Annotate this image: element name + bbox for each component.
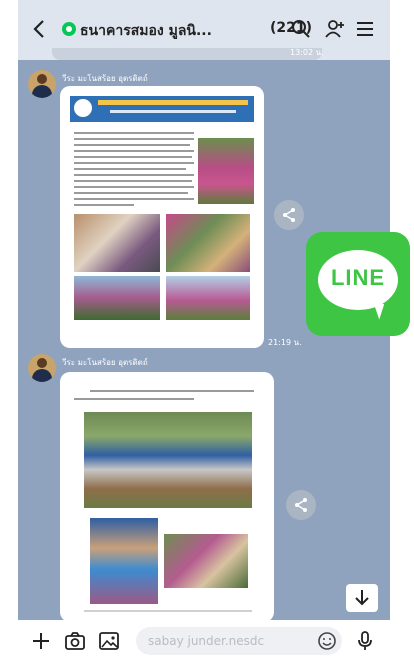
add-friend-icon[interactable] xyxy=(324,18,346,40)
camera-icon[interactable] xyxy=(64,630,86,652)
image-icon[interactable] xyxy=(98,630,120,652)
photo xyxy=(90,518,158,604)
image-message[interactable] xyxy=(60,86,264,348)
chevron-left-icon[interactable] xyxy=(32,18,46,45)
message-input-bar: sabay junder.nesdc xyxy=(18,620,390,663)
photo xyxy=(164,534,248,588)
image-message[interactable] xyxy=(60,372,274,622)
newsletter-banner xyxy=(70,96,254,122)
emoji-icon[interactable] xyxy=(316,630,338,652)
message-input-placeholder: sabay junder.nesdc xyxy=(148,634,265,648)
sender-name: วีระ มะโนสร้อย อุตรดิตถ์ xyxy=(62,358,148,367)
photo xyxy=(84,412,252,508)
previous-message[interactable] xyxy=(52,48,322,60)
menu-icon[interactable] xyxy=(354,18,376,40)
photo xyxy=(74,276,160,320)
line-logo: LINE xyxy=(306,232,410,336)
photo xyxy=(198,138,254,204)
microphone-icon[interactable] xyxy=(354,630,376,652)
sender-name: วีระ มะโนสร้อย อุตรดิตถ์ xyxy=(62,74,148,83)
photo xyxy=(74,214,160,272)
seal-icon xyxy=(74,99,92,117)
search-icon[interactable] xyxy=(290,18,312,40)
previous-message-time: 13:02 น. xyxy=(290,48,324,57)
avatar[interactable] xyxy=(28,354,56,382)
photo xyxy=(166,214,250,272)
banner-title xyxy=(98,100,248,105)
group-status-icon xyxy=(62,22,76,36)
logo-text: LINE xyxy=(330,265,386,290)
share-icon[interactable] xyxy=(286,490,316,520)
chat-title[interactable]: ธนาคารสมอง มูลนิ... xyxy=(80,20,270,42)
share-icon[interactable] xyxy=(274,200,304,230)
banner-subtitle xyxy=(110,110,236,113)
message-time: 21:19 น. xyxy=(268,338,302,347)
plus-icon[interactable] xyxy=(30,630,52,652)
scroll-down-button[interactable] xyxy=(346,584,378,612)
photo xyxy=(166,276,250,320)
arrow-down-icon xyxy=(355,590,369,606)
message-input[interactable]: sabay junder.nesdc xyxy=(136,627,342,655)
avatar[interactable] xyxy=(28,70,56,98)
